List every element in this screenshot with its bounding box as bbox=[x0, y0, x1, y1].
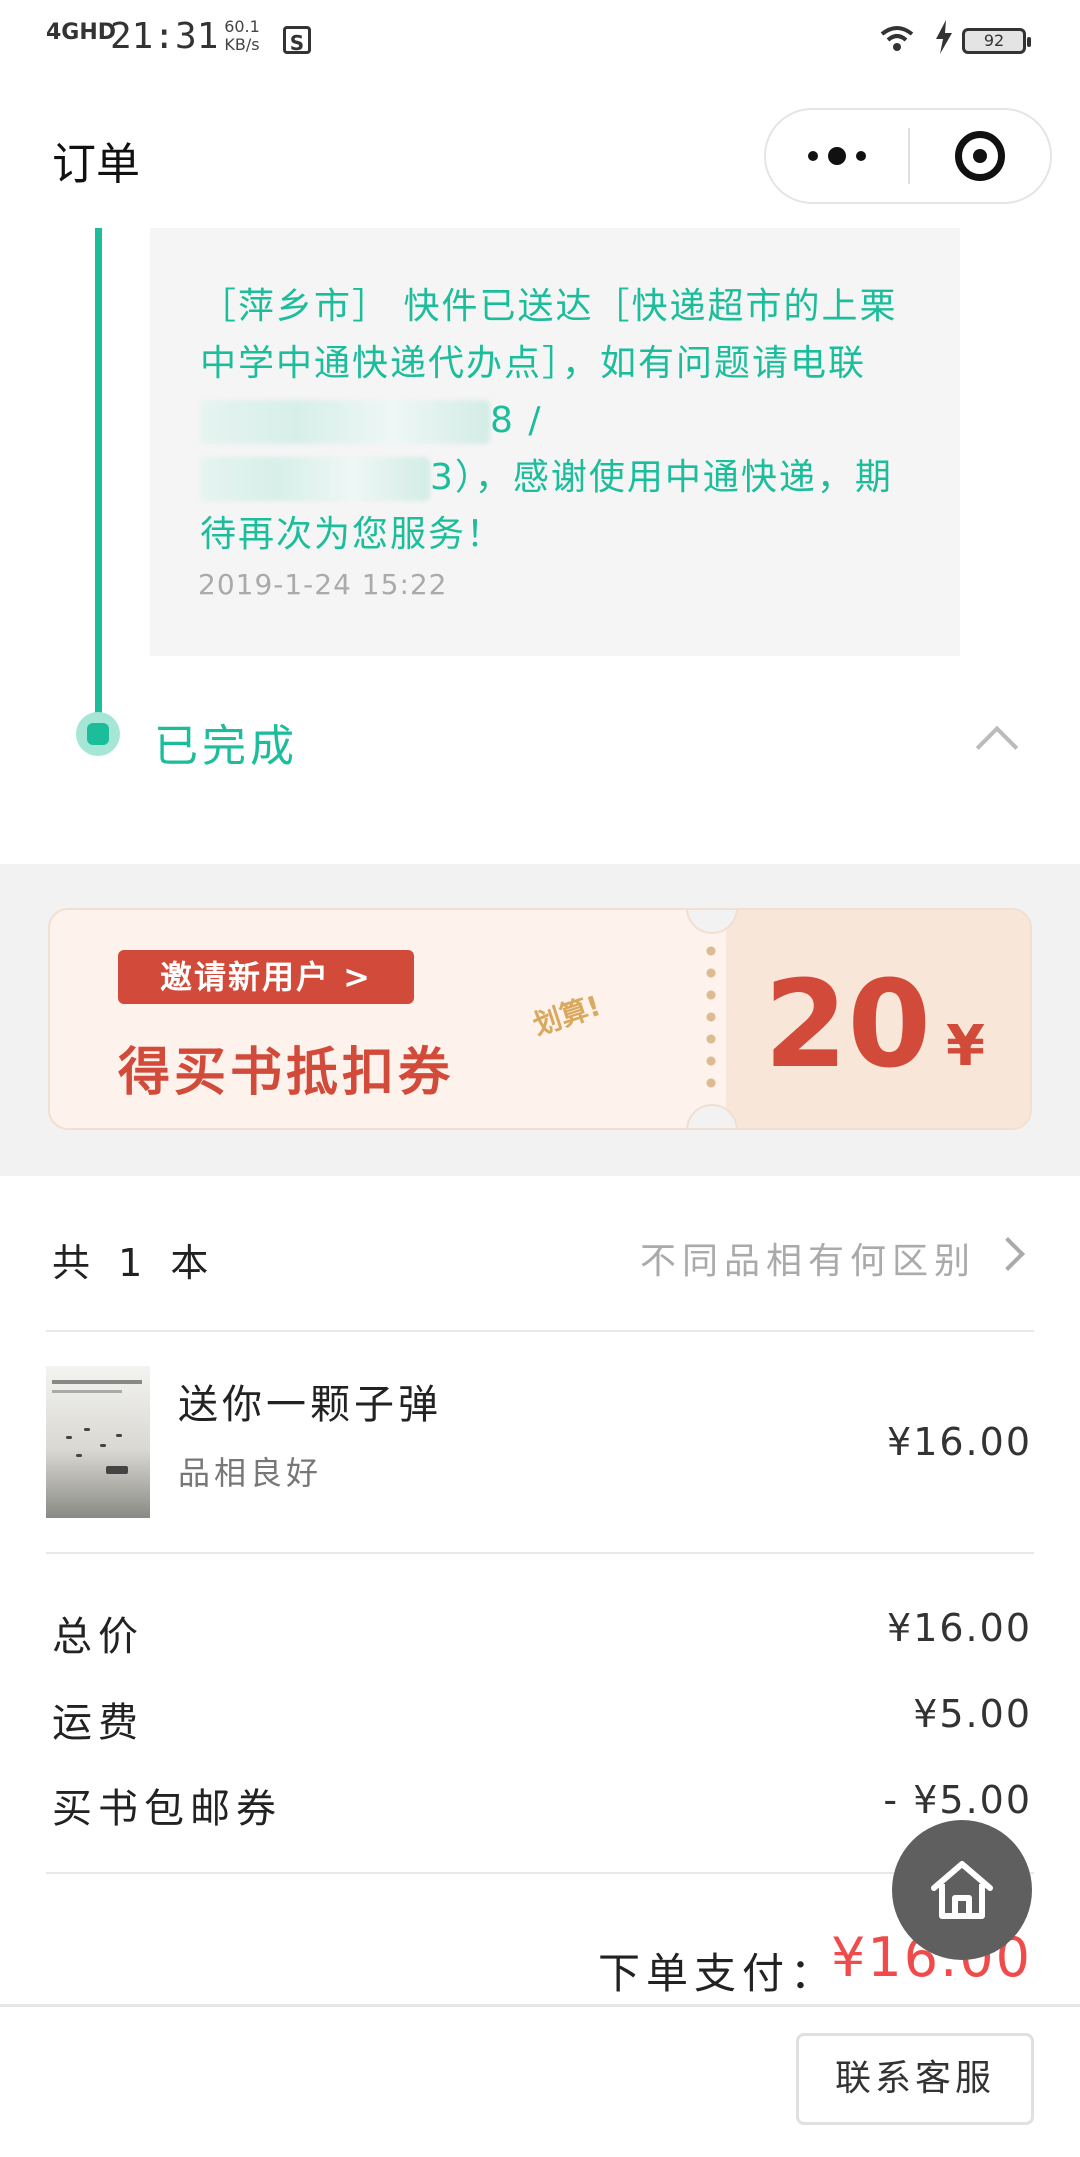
invite-coupon-banner[interactable]: 邀请新用户 > 得买书抵扣券 划算! 20 ¥ bbox=[48, 908, 1032, 1130]
more-dots-icon-center bbox=[828, 147, 846, 165]
total-label: 总价 bbox=[52, 1614, 144, 1660]
redacted-phone bbox=[200, 400, 490, 444]
promo-currency: ¥ bbox=[946, 1014, 985, 1079]
cover-bird bbox=[76, 1454, 82, 1457]
close-button[interactable] bbox=[910, 110, 1050, 202]
tracking-message-card: ［萍乡市］ 快件已送达［快递超市的上栗中学中通快递代办点］，如有问题请电联 8 /… bbox=[150, 228, 960, 656]
promo-tag: 划算! bbox=[529, 989, 605, 1042]
timeline-dot bbox=[76, 712, 120, 756]
coupon-perforation bbox=[706, 940, 716, 1100]
mini-program-capsule bbox=[764, 108, 1052, 204]
s-app-icon: S bbox=[283, 26, 311, 55]
total-value: ¥16.00 bbox=[887, 1606, 1032, 1650]
contact-service-button[interactable]: 联系客服 bbox=[796, 2033, 1034, 2125]
cover-subtitle-line bbox=[52, 1390, 122, 1393]
page-title: 订单 bbox=[52, 139, 140, 190]
network-speed: 60.1 KB/s bbox=[222, 18, 262, 54]
shipping-label: 运费 bbox=[52, 1700, 144, 1746]
tracking-message: ［萍乡市］ 快件已送达［快递超市的上栗中学中通快递代办点］，如有问题请电联 8 /… bbox=[200, 278, 920, 563]
tracking-message-part1: ［萍乡市］ 快件已送达［快递超市的上栗中学中通快递代办点］，如有问题请电联 bbox=[200, 286, 898, 384]
promo-amount: 20 bbox=[764, 956, 931, 1095]
pay-label: 下单支付： bbox=[598, 1949, 839, 1998]
network-speed-value: 60.1 bbox=[224, 17, 260, 36]
book-cover-image[interactable] bbox=[46, 1366, 150, 1518]
cover-title-line bbox=[52, 1380, 142, 1384]
cover-bird bbox=[116, 1434, 122, 1437]
tracking-timestamp: 2019-1-24 15:22 bbox=[198, 568, 448, 601]
cover-bird bbox=[84, 1428, 90, 1431]
book-condition: 品相良好 bbox=[178, 1454, 323, 1492]
network-indicator: 4GHD bbox=[46, 20, 117, 45]
bottom-action-bar: 联系客服 bbox=[0, 2004, 1080, 2157]
battery-icon: 92 bbox=[962, 28, 1031, 54]
more-dots-icon-right bbox=[856, 151, 866, 161]
book-price: ¥16.00 bbox=[887, 1420, 1032, 1464]
coupon-value: - ¥5.00 bbox=[883, 1778, 1032, 1822]
cover-bird bbox=[100, 1444, 106, 1447]
network-speed-unit: KB/s bbox=[224, 35, 260, 54]
status-time: 21:31 bbox=[110, 16, 219, 57]
cover-bird bbox=[66, 1436, 72, 1439]
divider bbox=[46, 1330, 1034, 1332]
chevron-up-icon[interactable] bbox=[975, 725, 1019, 769]
condition-difference-link[interactable]: 不同品相有何区别 bbox=[640, 1232, 976, 1284]
divider bbox=[46, 1872, 1034, 1874]
home-icon bbox=[931, 1861, 993, 1919]
promo-section: 邀请新用户 > 得买书抵扣券 划算! 20 ¥ bbox=[0, 864, 1080, 1176]
book-title[interactable]: 送你一颗子弹 bbox=[178, 1372, 442, 1430]
divider bbox=[46, 1552, 1034, 1554]
status-bar: 4GHD 21:31 60.1 KB/s S 92 bbox=[0, 0, 1080, 80]
tracking-message-part2: 8 / bbox=[490, 400, 543, 441]
shipping-value: ¥5.00 bbox=[913, 1692, 1032, 1736]
invite-new-user-button[interactable]: 邀请新用户 > bbox=[118, 950, 414, 1004]
target-close-icon bbox=[955, 131, 1005, 181]
chevron-right-icon[interactable] bbox=[991, 1237, 1025, 1271]
timeline-line bbox=[95, 228, 102, 718]
more-button[interactable] bbox=[766, 110, 908, 202]
cover-bird bbox=[106, 1466, 128, 1474]
charging-icon bbox=[934, 20, 954, 62]
promo-headline: 得买书抵扣券 bbox=[118, 1043, 455, 1103]
item-count: 共 1 本 bbox=[52, 1241, 217, 1285]
more-dots-icon bbox=[808, 151, 818, 161]
coupon-label: 买书包邮券 bbox=[52, 1786, 282, 1832]
redacted-phone-2 bbox=[200, 457, 430, 501]
wifi-icon bbox=[880, 24, 914, 59]
home-button[interactable] bbox=[892, 1820, 1032, 1960]
order-status: 已完成 bbox=[154, 721, 298, 772]
